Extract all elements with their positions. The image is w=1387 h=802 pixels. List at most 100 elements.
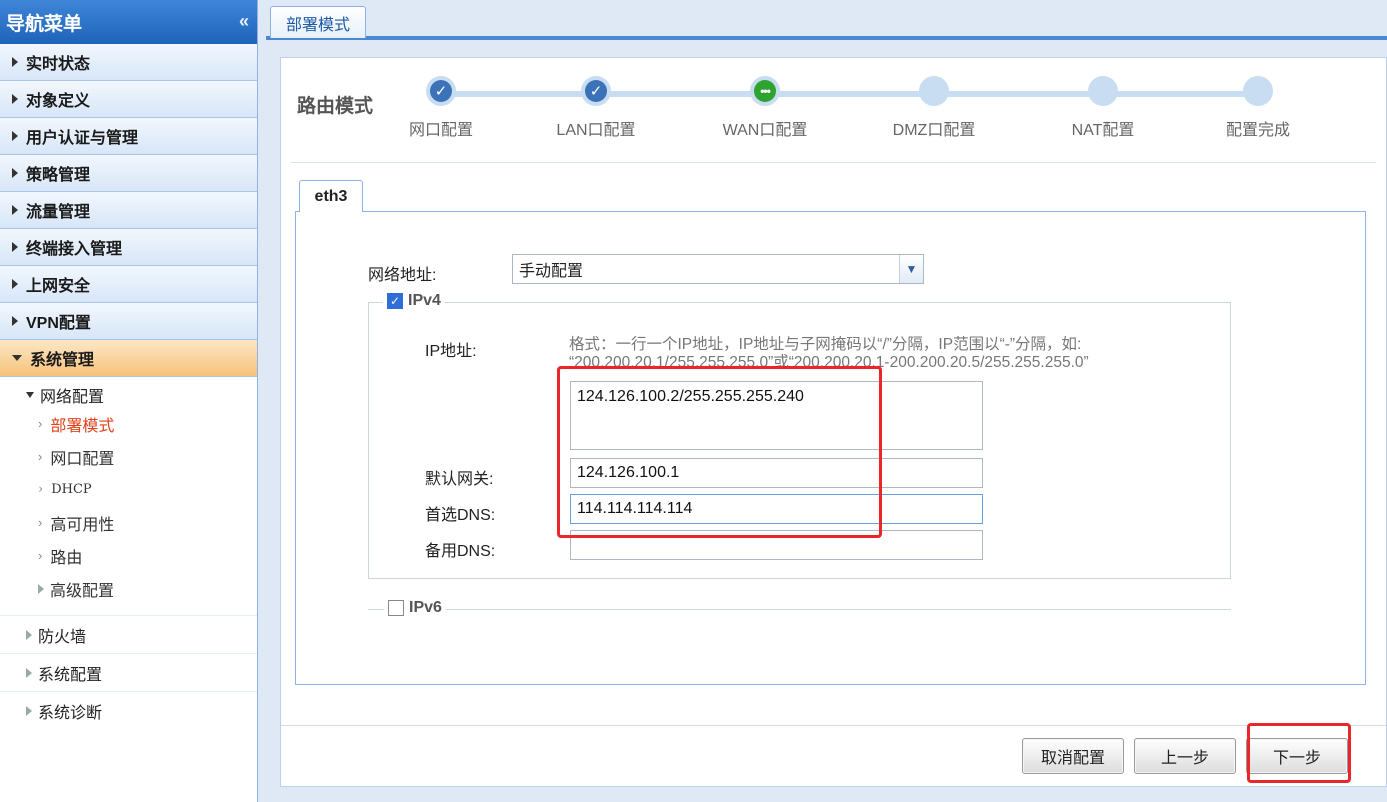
- sub-group-network-config[interactable]: 网络配置: [0, 383, 257, 407]
- footer-divider: [281, 725, 1386, 726]
- step-nat-config: NAT配置: [1033, 76, 1173, 140]
- sub-item-high-availability[interactable]: › 高可用性: [0, 506, 257, 539]
- cancel-config-button[interactable]: 取消配置: [1022, 738, 1124, 774]
- check-icon: ✓: [430, 80, 452, 102]
- caret-right-icon: [12, 131, 18, 141]
- tab-bar: 部署模式: [266, 6, 1387, 40]
- caret-right-icon: [12, 168, 18, 178]
- divider: [291, 162, 1376, 163]
- ipv4-fieldset: ✓ IPv4 IP地址: 格式：一行一个IP地址，IP地址与子网掩码以“/”分隔…: [368, 292, 1231, 579]
- select-value: 手动配置: [519, 263, 584, 280]
- interface-panel: 网络地址: 手动配置 ▼ ✓ IPv4 IP地址: 格式：一行一个IP地址，IP…: [295, 211, 1366, 685]
- step-dmz-config: DMZ口配置: [864, 76, 1004, 140]
- caret-right-icon: [12, 57, 18, 67]
- menu-label: 系统管理: [30, 352, 95, 369]
- network-address-select[interactable]: 手动配置 ▼: [512, 254, 924, 284]
- ipv4-checkbox[interactable]: ✓: [387, 293, 403, 309]
- chevron-right-icon: ›: [38, 515, 43, 530]
- caret-right-icon: [12, 242, 18, 252]
- ellipsis-icon: •••: [754, 80, 776, 102]
- gateway-label: 默认网关:: [425, 471, 494, 488]
- step-label: 网口配置: [408, 122, 473, 139]
- sub-item-routing[interactable]: › 路由: [0, 539, 257, 572]
- step-label: 配置完成: [1225, 122, 1290, 139]
- group-firewall[interactable]: 防火墙: [0, 615, 257, 653]
- menu-item-terminal-access[interactable]: 终端接入管理: [0, 229, 257, 266]
- group-system-config[interactable]: 系统配置: [0, 653, 257, 691]
- ip-format-hint: 格式：一行一个IP地址，IP地址与子网掩码以“/”分隔，IP范围以“-”分隔，如…: [569, 336, 1189, 372]
- menu-label: 用户认证与管理: [26, 130, 139, 147]
- dns1-input[interactable]: 114.114.114.114: [570, 494, 983, 524]
- menu-item-traffic[interactable]: 流量管理: [0, 192, 257, 229]
- main-area: 部署模式 路由模式 ✓ 网口配置 ✓ LAN口配置 ••• WAN口配置 DMZ…: [258, 0, 1387, 802]
- step-dot: •••: [750, 76, 780, 106]
- sub-item-deploy-mode[interactable]: › 部署模式: [0, 407, 257, 440]
- menu-label: 策略管理: [26, 167, 91, 184]
- tab-deploy-mode[interactable]: 部署模式: [270, 6, 366, 38]
- sidebar: 导航菜单 « 实时状态 对象定义 用户认证与管理 策略管理 流量管理 终端接入管…: [0, 0, 258, 802]
- sub-item-advanced-config[interactable]: 高级配置: [0, 572, 257, 605]
- caret-right-icon: [12, 279, 18, 289]
- group-system-diagnosis[interactable]: 系统诊断: [0, 691, 257, 729]
- expanded-icon: [26, 392, 34, 398]
- sub-item-label: DHCP: [51, 482, 92, 497]
- sub-item-label: 高可用性: [50, 516, 115, 534]
- sub-group-label: 网络配置: [40, 389, 105, 406]
- step-dot: ✓: [581, 76, 611, 106]
- collapse-icon[interactable]: «: [239, 11, 249, 32]
- menu-item-user-auth[interactable]: 用户认证与管理: [0, 118, 257, 155]
- sub-item-dhcp[interactable]: › DHCP: [0, 473, 257, 506]
- menu-label: 实时状态: [26, 56, 91, 73]
- collapsed-icon: [38, 583, 44, 594]
- menu-item-web-security[interactable]: 上网安全: [0, 266, 257, 303]
- chevron-right-icon: ›: [38, 482, 44, 497]
- dns2-label: 备用DNS:: [425, 543, 496, 560]
- sub-item-label: 网口配置: [50, 450, 115, 468]
- caret-right-icon: [12, 316, 18, 326]
- menu-item-vpn[interactable]: VPN配置: [0, 303, 257, 340]
- menu-item-realtime-status[interactable]: 实时状态: [0, 44, 257, 81]
- ipv4-legend: ✓ IPv4: [383, 292, 445, 310]
- step-lan-config: ✓ LAN口配置: [526, 76, 666, 140]
- menu-item-policy[interactable]: 策略管理: [0, 155, 257, 192]
- sub-item-label: 高级配置: [50, 582, 115, 600]
- ip-address-label: IP地址:: [425, 343, 477, 360]
- ipv6-checkbox[interactable]: [388, 600, 404, 616]
- step-label: NAT配置: [1071, 122, 1135, 139]
- step-dot: [1088, 76, 1118, 106]
- step-port-config: ✓ 网口配置: [371, 76, 511, 140]
- step-label: WAN口配置: [722, 122, 808, 139]
- menu-label: 终端接入管理: [26, 241, 123, 258]
- step-dot: [1243, 76, 1273, 106]
- app-window: 导航菜单 « 实时状态 对象定义 用户认证与管理 策略管理 流量管理 终端接入管…: [0, 0, 1387, 802]
- next-step-button[interactable]: 下一步: [1246, 738, 1348, 774]
- submenu: 网络配置 › 部署模式 › 网口配置 › DHCP › 高可用性 › 路由 高级配置: [0, 377, 257, 605]
- step-label: DMZ口配置: [892, 122, 976, 139]
- menu-label: 对象定义: [26, 93, 91, 110]
- collapsed-icon: [26, 705, 32, 716]
- check-icon: ✓: [585, 80, 607, 102]
- menu-item-object-definition[interactable]: 对象定义: [0, 81, 257, 118]
- nav-header: 导航菜单 «: [0, 0, 257, 44]
- nav-title: 导航菜单: [6, 13, 83, 35]
- chevron-down-icon[interactable]: ▼: [899, 255, 923, 283]
- chevron-right-icon: ›: [38, 416, 43, 431]
- menu-item-system-management[interactable]: 系统管理: [0, 340, 257, 377]
- tab-eth3[interactable]: eth3: [299, 180, 363, 212]
- menu-label: 上网安全: [26, 278, 91, 295]
- ipv6-legend: IPv6: [384, 599, 446, 617]
- collapsed-icon: [26, 629, 32, 640]
- caret-down-icon: [12, 355, 22, 361]
- gateway-input[interactable]: 124.126.100.1: [570, 458, 983, 488]
- step-label: LAN口配置: [556, 122, 636, 139]
- prev-step-button[interactable]: 上一步: [1134, 738, 1236, 774]
- sub-item-port-config[interactable]: › 网口配置: [0, 440, 257, 473]
- hint-line-1: 格式：一行一个IP地址，IP地址与子网掩码以“/”分隔，IP范围以“-”分隔，如…: [569, 336, 1082, 353]
- dns2-input[interactable]: [570, 530, 983, 560]
- group-label: 系统配置: [38, 666, 103, 684]
- hint-line-2: “200.200.20.1/255.255.255.0”或“200.200.20…: [569, 354, 1089, 371]
- dns1-label: 首选DNS:: [425, 507, 496, 524]
- ipv6-fieldset: IPv6: [368, 599, 1231, 617]
- ip-address-textarea[interactable]: 124.126.100.2/255.255.255.240: [570, 381, 983, 450]
- step-wan-config: ••• WAN口配置: [695, 76, 835, 140]
